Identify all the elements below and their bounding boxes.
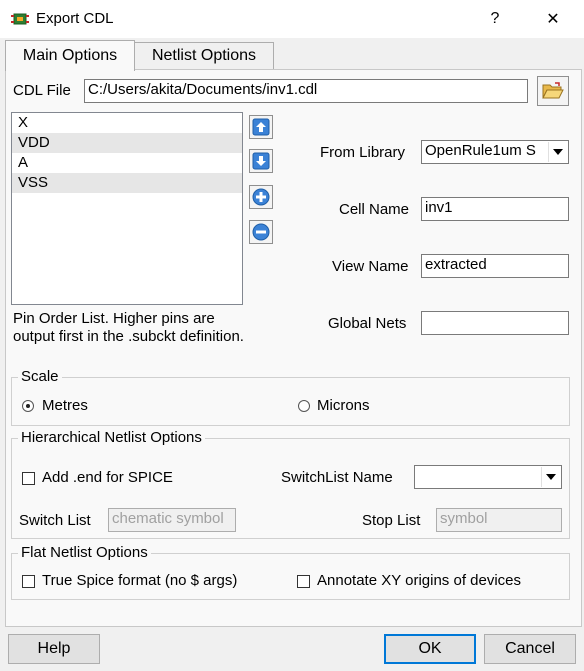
from-library-label: From Library (320, 144, 406, 161)
true-spice-label: True Spice format (no $ args) (42, 572, 238, 589)
from-library-value: OpenRule1um S (425, 142, 536, 159)
tab-label: Main Options (22, 47, 118, 64)
chevron-down-icon (548, 142, 567, 162)
help-button-label: Help (37, 640, 71, 657)
chevron-down-icon (541, 467, 560, 487)
move-down-button[interactable] (249, 149, 273, 173)
cdl-file-label: CDL File (13, 82, 71, 99)
pin-order-list[interactable]: X VDD A VSS (11, 112, 243, 305)
pin-order-description: Pin Order List. Higher pins are output f… (13, 310, 244, 345)
tab-label: Netlist Options (151, 47, 257, 64)
switchlist-name-label: SwitchList Name (281, 469, 393, 486)
arrow-up-icon (252, 118, 270, 136)
help-button[interactable]: Help (8, 634, 100, 664)
add-end-checkbox[interactable] (22, 472, 35, 485)
browse-folder-button[interactable] (537, 76, 569, 106)
global-nets-label: Global Nets (328, 315, 407, 332)
flat-netlist-group-title: Flat Netlist Options (18, 544, 151, 561)
metres-radio[interactable] (22, 400, 34, 412)
cell-name-label: Cell Name (339, 201, 410, 218)
from-library-select[interactable]: OpenRule1um S (421, 140, 569, 164)
add-pin-button[interactable] (249, 185, 273, 209)
window-title: Export CDL (36, 10, 114, 27)
cell-name-input[interactable]: inv1 (421, 197, 569, 221)
list-item[interactable]: A (12, 153, 242, 173)
add-end-label: Add .end for SPICE (42, 469, 173, 486)
cancel-button[interactable]: Cancel (484, 634, 576, 664)
cdl-file-input[interactable]: C:/Users/akita/Documents/inv1.cdl (84, 79, 528, 103)
close-button[interactable]: ✕ (530, 0, 576, 38)
true-spice-checkbox[interactable] (22, 575, 35, 588)
folder-open-icon (542, 82, 564, 99)
question-icon: ? (490, 10, 500, 27)
arrow-down-icon (252, 152, 270, 170)
view-name-label: View Name (332, 258, 409, 275)
view-name-input[interactable]: extracted (421, 254, 569, 278)
tab-main-options[interactable]: Main Options (5, 40, 135, 71)
list-item[interactable]: X (12, 113, 242, 133)
stop-list-input[interactable]: symbol (436, 508, 562, 532)
stop-list-label: Stop List (362, 512, 421, 529)
close-icon: ✕ (546, 11, 560, 28)
cancel-button-label: Cancel (505, 640, 555, 657)
microns-radio[interactable] (298, 400, 310, 412)
tab-netlist-options[interactable]: Netlist Options (134, 42, 274, 69)
switch-list-input[interactable]: chematic symbol (108, 508, 236, 532)
scale-group-title: Scale (18, 368, 62, 385)
switch-list-label: Switch List (19, 512, 91, 529)
annotate-xy-label: Annotate XY origins of devices (317, 572, 522, 589)
global-nets-input[interactable] (421, 311, 569, 335)
chip-icon (11, 13, 29, 25)
list-item[interactable]: VSS (12, 173, 242, 193)
help-title-button[interactable]: ? (472, 0, 518, 38)
ok-button[interactable]: OK (384, 634, 476, 664)
minus-icon (252, 223, 270, 241)
switchlist-name-select[interactable] (414, 465, 562, 489)
microns-label: Microns (317, 397, 370, 414)
hierarchical-group-title: Hierarchical Netlist Options (18, 429, 205, 446)
annotate-xy-checkbox[interactable] (297, 575, 310, 588)
metres-label: Metres (42, 397, 88, 414)
remove-pin-button[interactable] (249, 220, 273, 244)
ok-button-label: OK (418, 640, 442, 657)
list-item[interactable]: VDD (12, 133, 242, 153)
plus-icon (252, 188, 270, 206)
move-up-button[interactable] (249, 115, 273, 139)
scale-group (11, 377, 570, 426)
